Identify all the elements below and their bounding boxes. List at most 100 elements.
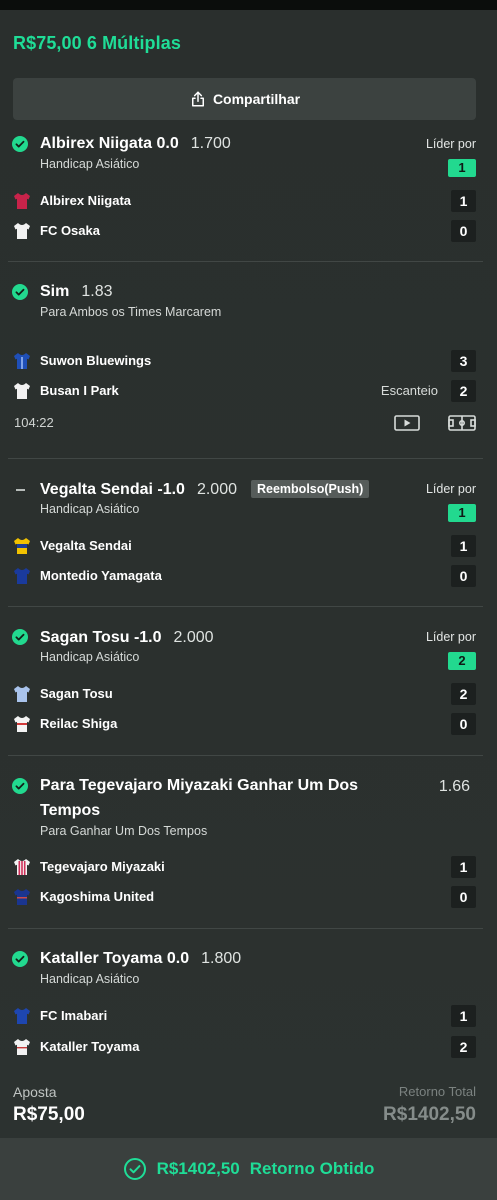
push-badge: Reembolso(Push) — [251, 480, 370, 498]
divider — [8, 261, 483, 262]
team-score: 1 — [451, 535, 476, 557]
check-circle-icon — [12, 951, 28, 967]
navy-jersey-icon — [12, 887, 32, 907]
lider-label: Líder por — [425, 482, 476, 496]
total-return-value: R$1402,50 — [383, 1104, 476, 1125]
team-name: Tegevajaro Miyazaki — [40, 859, 165, 874]
stake-label: Aposta — [13, 1084, 57, 1100]
selection-name: Vegalta Sendai -1.0 — [40, 481, 185, 498]
team-row: Sagan Tosu 2 — [0, 683, 497, 705]
lider-badge: 1 — [448, 159, 476, 177]
selection-name: Sim — [40, 283, 70, 300]
selection-line: Para Tegevajaro Miyazaki Ganhar Um Dos — [40, 777, 358, 795]
market-name: Handicap Asiático — [40, 502, 140, 516]
selection-name: Sagan Tosu -1.0 — [40, 629, 162, 646]
return-obtained-bar: R$1402,50 Retorno Obtido — [0, 1138, 497, 1200]
selection-name-line2: Tempos — [40, 802, 101, 819]
selection-odds: 2.000 — [173, 629, 214, 646]
divider — [8, 755, 483, 756]
divider — [8, 458, 483, 459]
share-label: Compartilhar — [212, 91, 301, 107]
dash-icon — [16, 489, 25, 491]
team-row: Kagoshima United 0 — [0, 886, 497, 908]
stake-value: R$75,00 — [13, 1104, 85, 1125]
white-jersey-icon — [12, 381, 32, 401]
team-name: Sagan Tosu — [40, 686, 113, 701]
team-row: Kataller Toyama 2 — [0, 1036, 497, 1058]
check-circle-icon — [12, 629, 28, 645]
market-name: Para Ganhar Um Dos Tempos — [40, 824, 208, 838]
team-name: FC Osaka — [40, 223, 100, 238]
selection-odds: 1.800 — [201, 950, 242, 967]
team-row: Reilac Shiga 0 — [0, 713, 497, 735]
lider-badge: 2 — [448, 652, 476, 670]
team-name: Busan I Park — [40, 383, 119, 398]
white-red-jersey-icon — [12, 714, 32, 734]
team-score: 2 — [451, 380, 476, 402]
selection-odds: 1.66 — [438, 778, 470, 795]
selection-line: Tempos — [40, 802, 100, 820]
navy-jersey-icon — [12, 566, 32, 586]
return-obtained-amount: R$1402,50 — [156, 1159, 240, 1178]
bet-title: R$75,00 6 Múltiplas — [13, 33, 181, 53]
match-clock: 104:22 — [14, 415, 54, 430]
team-score: 1 — [451, 856, 476, 878]
check-circle-icon — [12, 136, 28, 152]
market-name: Handicap Asiático — [40, 650, 140, 664]
selection-line: Sim 1.83 — [40, 283, 112, 301]
team-score: 3 — [451, 350, 476, 372]
lider-label: Líder por — [425, 630, 476, 644]
light-blue-jersey-icon — [12, 684, 32, 704]
lider-badge: 1 — [448, 504, 476, 522]
team-row: FC Osaka 0 — [0, 220, 497, 242]
team-score: 0 — [451, 220, 476, 242]
check-circle-icon — [12, 778, 28, 794]
team-row: Vegalta Sendai 1 — [0, 535, 497, 557]
team-score: 0 — [451, 565, 476, 587]
bet-detail-panel: R$75,00 6 Múltiplas Compartilhar Albirex… — [0, 10, 497, 1200]
market-name: Handicap Asiático — [40, 972, 140, 986]
team-name: Reilac Shiga — [40, 716, 118, 731]
team-name: Kataller Toyama — [40, 1039, 140, 1054]
team-row: Busan I Park Escanteio 2 — [0, 380, 497, 402]
team-name: Suwon Bluewings — [40, 353, 152, 368]
blue-jersey-icon — [12, 351, 32, 371]
team-row: Suwon Bluewings 3 — [0, 350, 497, 372]
selection-odds: 2.000 — [196, 481, 237, 498]
team-name: Montedio Yamagata — [40, 568, 162, 583]
team-score: 1 — [451, 190, 476, 212]
divider — [8, 606, 483, 607]
team-name: Vegalta Sendai — [40, 538, 132, 553]
white-jersey-icon — [12, 221, 32, 241]
check-circle-icon — [12, 284, 28, 300]
check-circle-outline-icon — [123, 1158, 146, 1180]
team-score: 2 — [451, 683, 476, 705]
team-score: 1 — [451, 1005, 476, 1027]
corner-label: Escanteio — [380, 383, 438, 398]
selection-line: Kataller Toyama 0.0 1.800 — [40, 950, 241, 968]
status-bar-strip — [0, 0, 497, 10]
market-name: Para Ambos os Times Marcarem — [40, 305, 222, 319]
striped-jersey-icon — [12, 857, 32, 877]
selection-odds: 1.83 — [81, 283, 113, 300]
selection-name: Albirex Niigata 0.0 — [40, 135, 179, 152]
divider — [8, 928, 483, 929]
blue-jersey-icon — [12, 1006, 32, 1026]
pitch-tracker-icon[interactable] — [448, 414, 476, 432]
share-button[interactable]: Compartilhar — [13, 78, 476, 120]
team-name: FC Imabari — [40, 1008, 108, 1023]
selection-line: Albirex Niigata 0.0 1.700 — [40, 135, 231, 153]
team-name: Kagoshima United — [40, 889, 155, 904]
share-icon — [191, 91, 204, 107]
return-obtained-label: Retorno Obtido — [249, 1159, 375, 1178]
selection-line: Vegalta Sendai -1.0 2.000 Reembolso(Push… — [40, 480, 370, 499]
team-row: Montedio Yamagata 0 — [0, 565, 497, 587]
market-name: Handicap Asiático — [40, 157, 140, 171]
red-jersey-icon — [12, 191, 32, 211]
team-name: Albirex Niigata — [40, 193, 132, 208]
selection-name: Kataller Toyama 0.0 — [40, 950, 190, 967]
play-video-icon[interactable] — [394, 414, 420, 432]
yellow-blue-jersey-icon — [12, 536, 32, 556]
total-return-label: Retorno Total — [398, 1084, 476, 1099]
selection-line: Sagan Tosu -1.0 2.000 — [40, 629, 214, 647]
